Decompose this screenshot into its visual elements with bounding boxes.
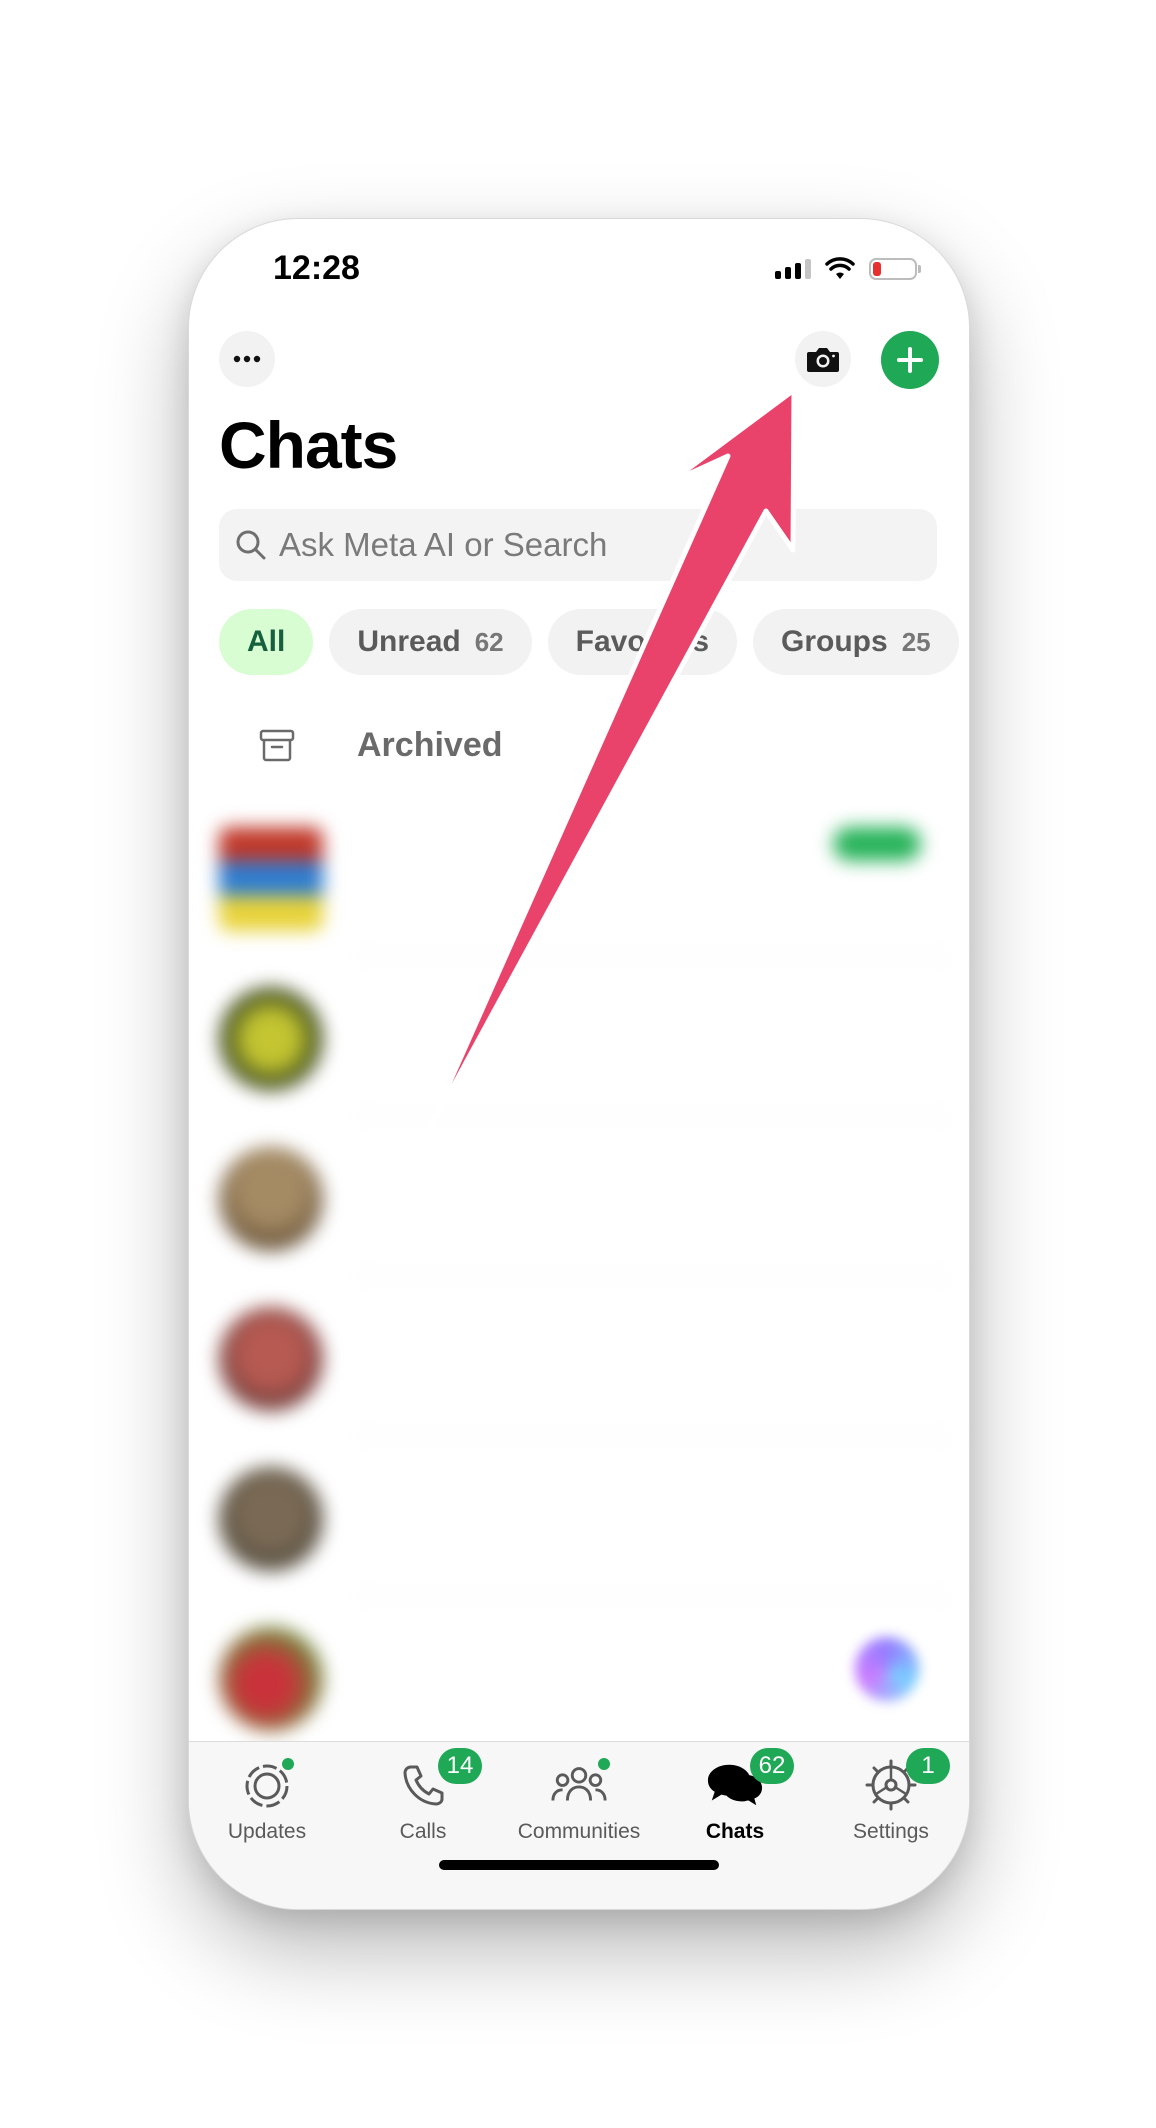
tab-calls[interactable]: 14 Calls	[345, 1748, 501, 1856]
chat-row[interactable]	[203, 797, 955, 957]
plus-icon	[897, 347, 923, 373]
archived-row[interactable]: Archived	[219, 709, 939, 781]
status-time: 12:28	[273, 249, 360, 287]
archive-icon	[257, 725, 297, 765]
settings-badge: 1	[906, 1748, 950, 1784]
wifi-icon	[825, 257, 855, 279]
battery-icon	[869, 258, 921, 280]
chats-badge: 62	[750, 1748, 794, 1784]
avatar	[219, 1147, 323, 1251]
communities-icon	[550, 1756, 610, 1814]
updates-icon	[238, 1756, 296, 1814]
tab-label: Calls	[399, 1820, 447, 1843]
filter-chip-groups[interactable]: Groups 25	[753, 609, 959, 675]
settings-icon: 1	[862, 1748, 950, 1814]
filter-chip-all[interactable]: All	[219, 609, 314, 675]
chip-count: 25	[901, 626, 931, 657]
unread-badge	[833, 827, 921, 861]
more-options-button[interactable]	[219, 331, 275, 387]
search-input[interactable]	[279, 526, 919, 564]
communities-dot	[598, 1758, 610, 1770]
tab-bar: Updates 14 Calls Communities 62 Chats 1 …	[189, 1741, 969, 1909]
tab-label: Chats	[705, 1820, 765, 1843]
avatar	[219, 1627, 323, 1731]
filter-chip-unread[interactable]: Unread 62	[329, 609, 532, 675]
updates-dot	[282, 1758, 294, 1770]
more-icon	[233, 355, 261, 363]
chats-icon: 62	[706, 1748, 794, 1814]
home-indicator	[439, 1860, 719, 1870]
avatar	[219, 1467, 323, 1571]
tab-label: Updates	[227, 1820, 307, 1843]
page-title: Chats	[219, 408, 398, 482]
chat-row[interactable]	[203, 1437, 955, 1597]
chip-label: Unread	[357, 625, 461, 658]
chat-row[interactable]	[203, 1597, 955, 1747]
avatar	[219, 1307, 323, 1411]
chip-label: Groups	[781, 625, 888, 658]
new-chat-button[interactable]	[881, 331, 939, 389]
avatar	[219, 987, 323, 1091]
tab-chats[interactable]: 62 Chats	[657, 1748, 813, 1856]
chat-row[interactable]	[203, 1277, 955, 1437]
meta-ai-button[interactable]	[855, 1637, 919, 1701]
avatar	[219, 827, 323, 931]
filter-chip-favorites[interactable]: Favorites	[547, 609, 738, 675]
chip-label: Favorites	[575, 625, 710, 658]
camera-icon	[807, 348, 839, 372]
tab-updates[interactable]: Updates	[189, 1756, 345, 1856]
search-bar[interactable]	[219, 509, 937, 581]
chat-row[interactable]	[203, 1117, 955, 1277]
calls-badge: 14	[438, 1748, 482, 1784]
chip-label: All	[247, 625, 286, 658]
phone-frame: 12:28 Chats Ask Meta AI or Search All Un…	[188, 218, 970, 1910]
phone-icon: 14	[394, 1748, 482, 1814]
status-icons	[775, 257, 921, 281]
tab-label: Communities	[517, 1820, 641, 1843]
chat-row[interactable]	[203, 957, 955, 1117]
tab-label: Settings	[853, 1820, 929, 1843]
chat-list	[203, 797, 955, 1747]
tab-communities[interactable]: Communities	[501, 1756, 657, 1856]
archived-label: Archived	[357, 725, 503, 764]
tab-settings[interactable]: 1 Settings	[813, 1748, 969, 1856]
search-icon	[233, 527, 269, 563]
camera-button[interactable]	[795, 331, 851, 387]
filter-chips: All Unread 62 Favorites Groups 25	[219, 609, 959, 675]
chip-count: 62	[474, 626, 504, 657]
cellular-signal-icon	[775, 259, 811, 279]
